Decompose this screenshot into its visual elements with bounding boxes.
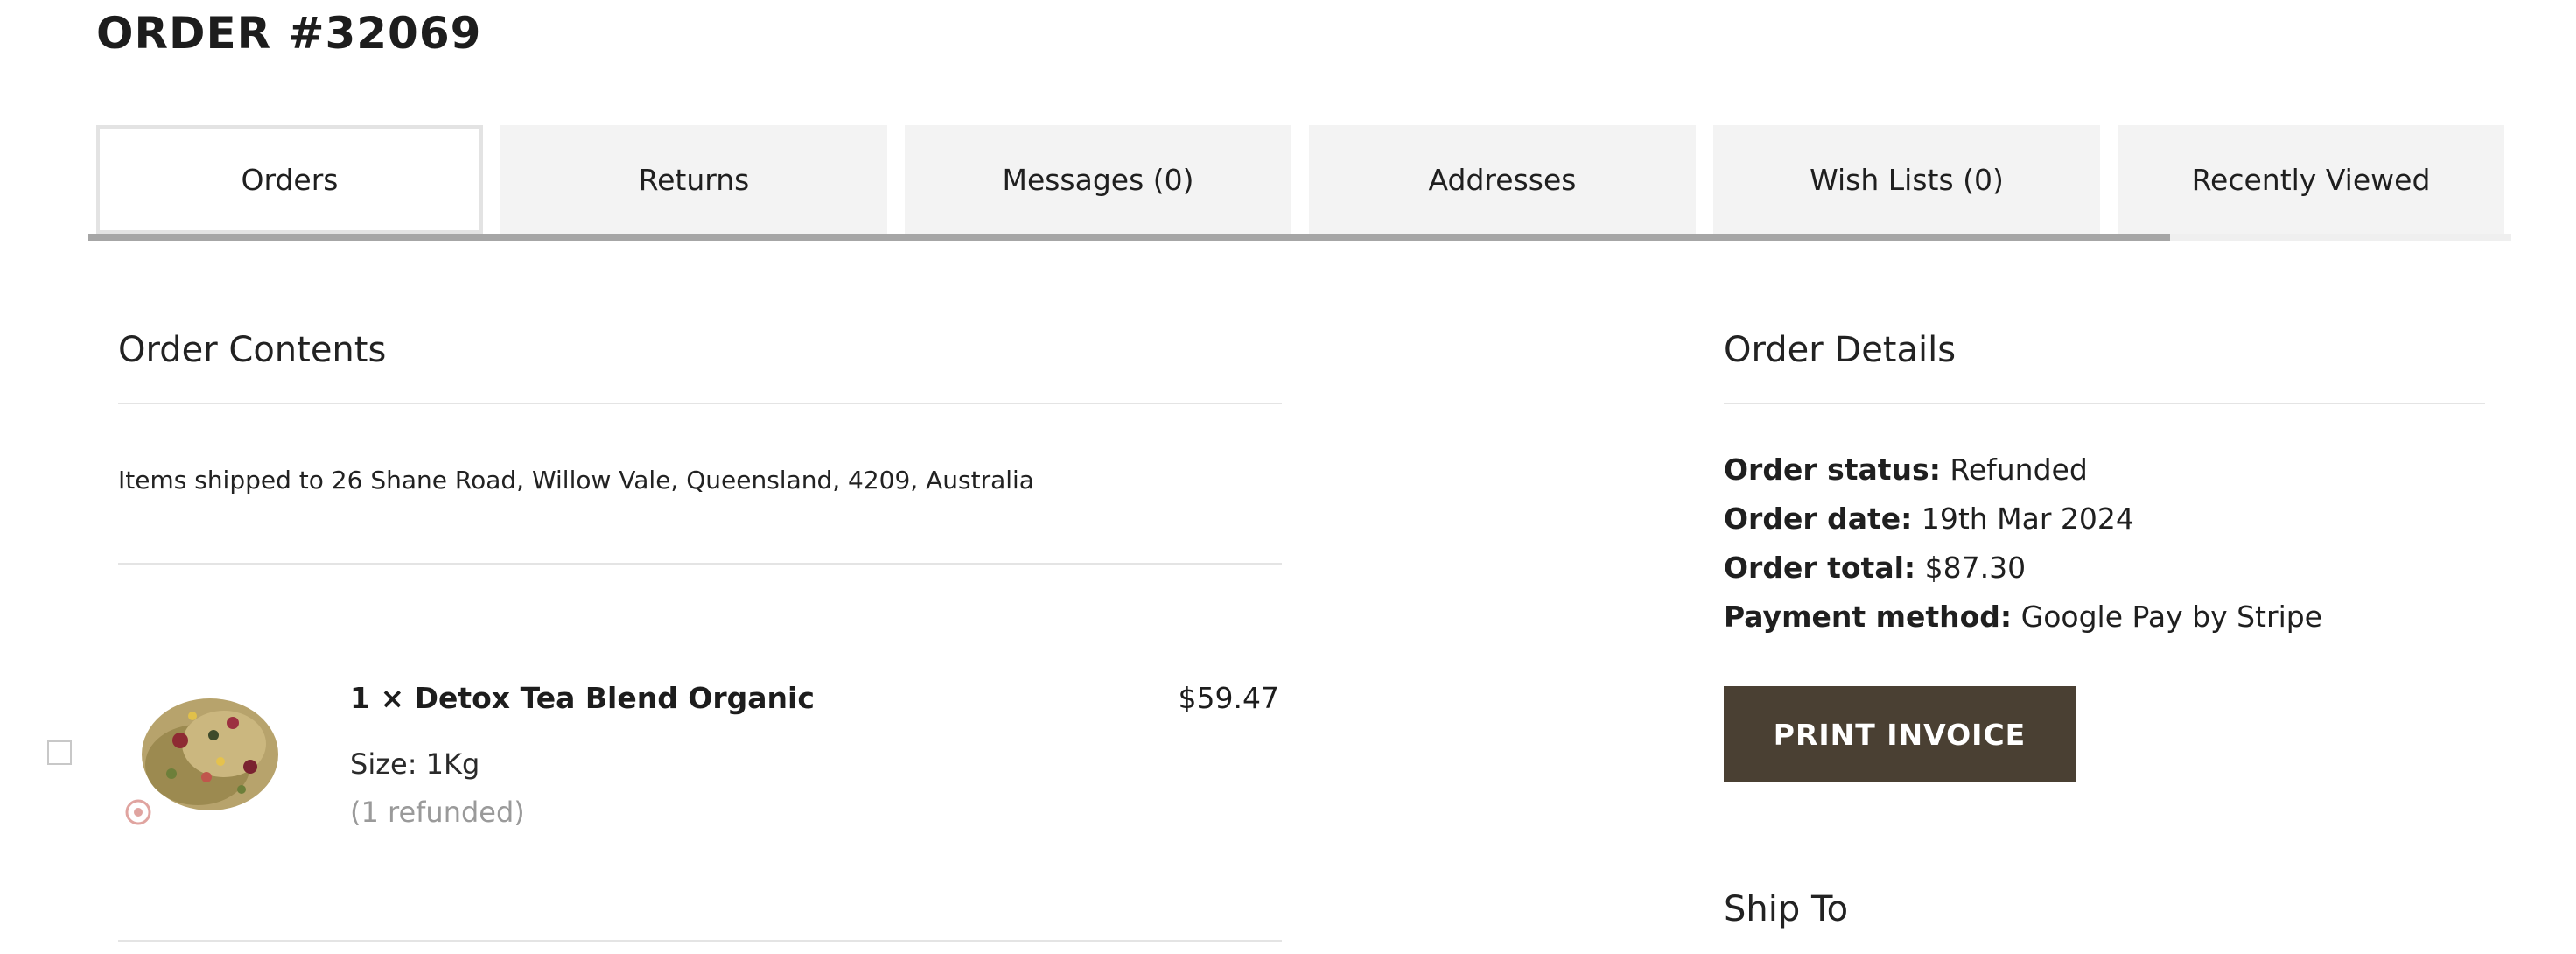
order-status-row: Order status: Refunded bbox=[1724, 452, 2088, 487]
payment-method-value: Google Pay by Stripe bbox=[2020, 600, 2322, 634]
tab-orders[interactable]: Orders bbox=[96, 125, 483, 234]
tab-wish-lists[interactable]: Wish Lists (0) bbox=[1713, 125, 2100, 234]
item-option-label: Size: bbox=[350, 747, 417, 781]
print-invoice-button[interactable]: PRINT INVOICE bbox=[1724, 686, 2076, 782]
tab-recently-viewed[interactable]: Recently Viewed bbox=[2118, 125, 2504, 234]
tab-label: Returns bbox=[638, 162, 750, 197]
tab-label: Recently Viewed bbox=[2191, 162, 2431, 197]
divider bbox=[1724, 403, 2485, 404]
divider bbox=[118, 563, 1282, 565]
tab-addresses[interactable]: Addresses bbox=[1309, 125, 1696, 234]
order-total-row: Order total: $87.30 bbox=[1724, 551, 2026, 585]
tab-returns[interactable]: Returns bbox=[500, 125, 887, 234]
detail-label: Order date: bbox=[1724, 502, 1913, 536]
tab-label: Orders bbox=[241, 162, 339, 197]
item-price: $59.47 bbox=[1178, 681, 1279, 715]
detail-label: Order status: bbox=[1724, 452, 1941, 487]
account-tabs: Orders Returns Messages (0) Addresses Wi… bbox=[88, 125, 2511, 242]
order-total-value: $87.30 bbox=[1924, 551, 2026, 585]
detail-label: Payment method: bbox=[1724, 600, 2012, 634]
order-date-row: Order date: 19th Mar 2024 bbox=[1724, 502, 2134, 536]
tabs-scrollbar-thumb[interactable] bbox=[88, 234, 2170, 241]
tab-label: Wish Lists (0) bbox=[1810, 162, 2004, 197]
divider bbox=[118, 403, 1282, 404]
item-select-checkbox[interactable] bbox=[47, 740, 72, 765]
detail-label: Order total: bbox=[1724, 551, 1916, 585]
item-refund-status: (1 refunded) bbox=[350, 796, 525, 829]
shipping-address-note: Items shipped to 26 Shane Road, Willow V… bbox=[118, 466, 1034, 495]
tab-label: Addresses bbox=[1428, 162, 1577, 197]
page-title: ORDER #32069 bbox=[96, 8, 482, 59]
item-option-value: 1Kg bbox=[425, 747, 480, 781]
ship-to-heading: Ship To bbox=[1724, 889, 1849, 929]
payment-method-row: Payment method: Google Pay by Stripe bbox=[1724, 600, 2322, 634]
divider bbox=[118, 940, 1282, 942]
order-contents-heading: Order Contents bbox=[118, 330, 387, 370]
order-date-value: 19th Mar 2024 bbox=[1921, 502, 2134, 536]
item-option: Size: 1Kg bbox=[350, 747, 480, 781]
order-status-value: Refunded bbox=[1950, 452, 2088, 487]
tab-messages[interactable]: Messages (0) bbox=[905, 125, 1292, 234]
item-title: 1 × Detox Tea Blend Organic bbox=[350, 681, 815, 715]
tab-label: Messages (0) bbox=[1002, 162, 1194, 197]
product-image bbox=[119, 670, 294, 837]
order-details-heading: Order Details bbox=[1724, 330, 1956, 370]
